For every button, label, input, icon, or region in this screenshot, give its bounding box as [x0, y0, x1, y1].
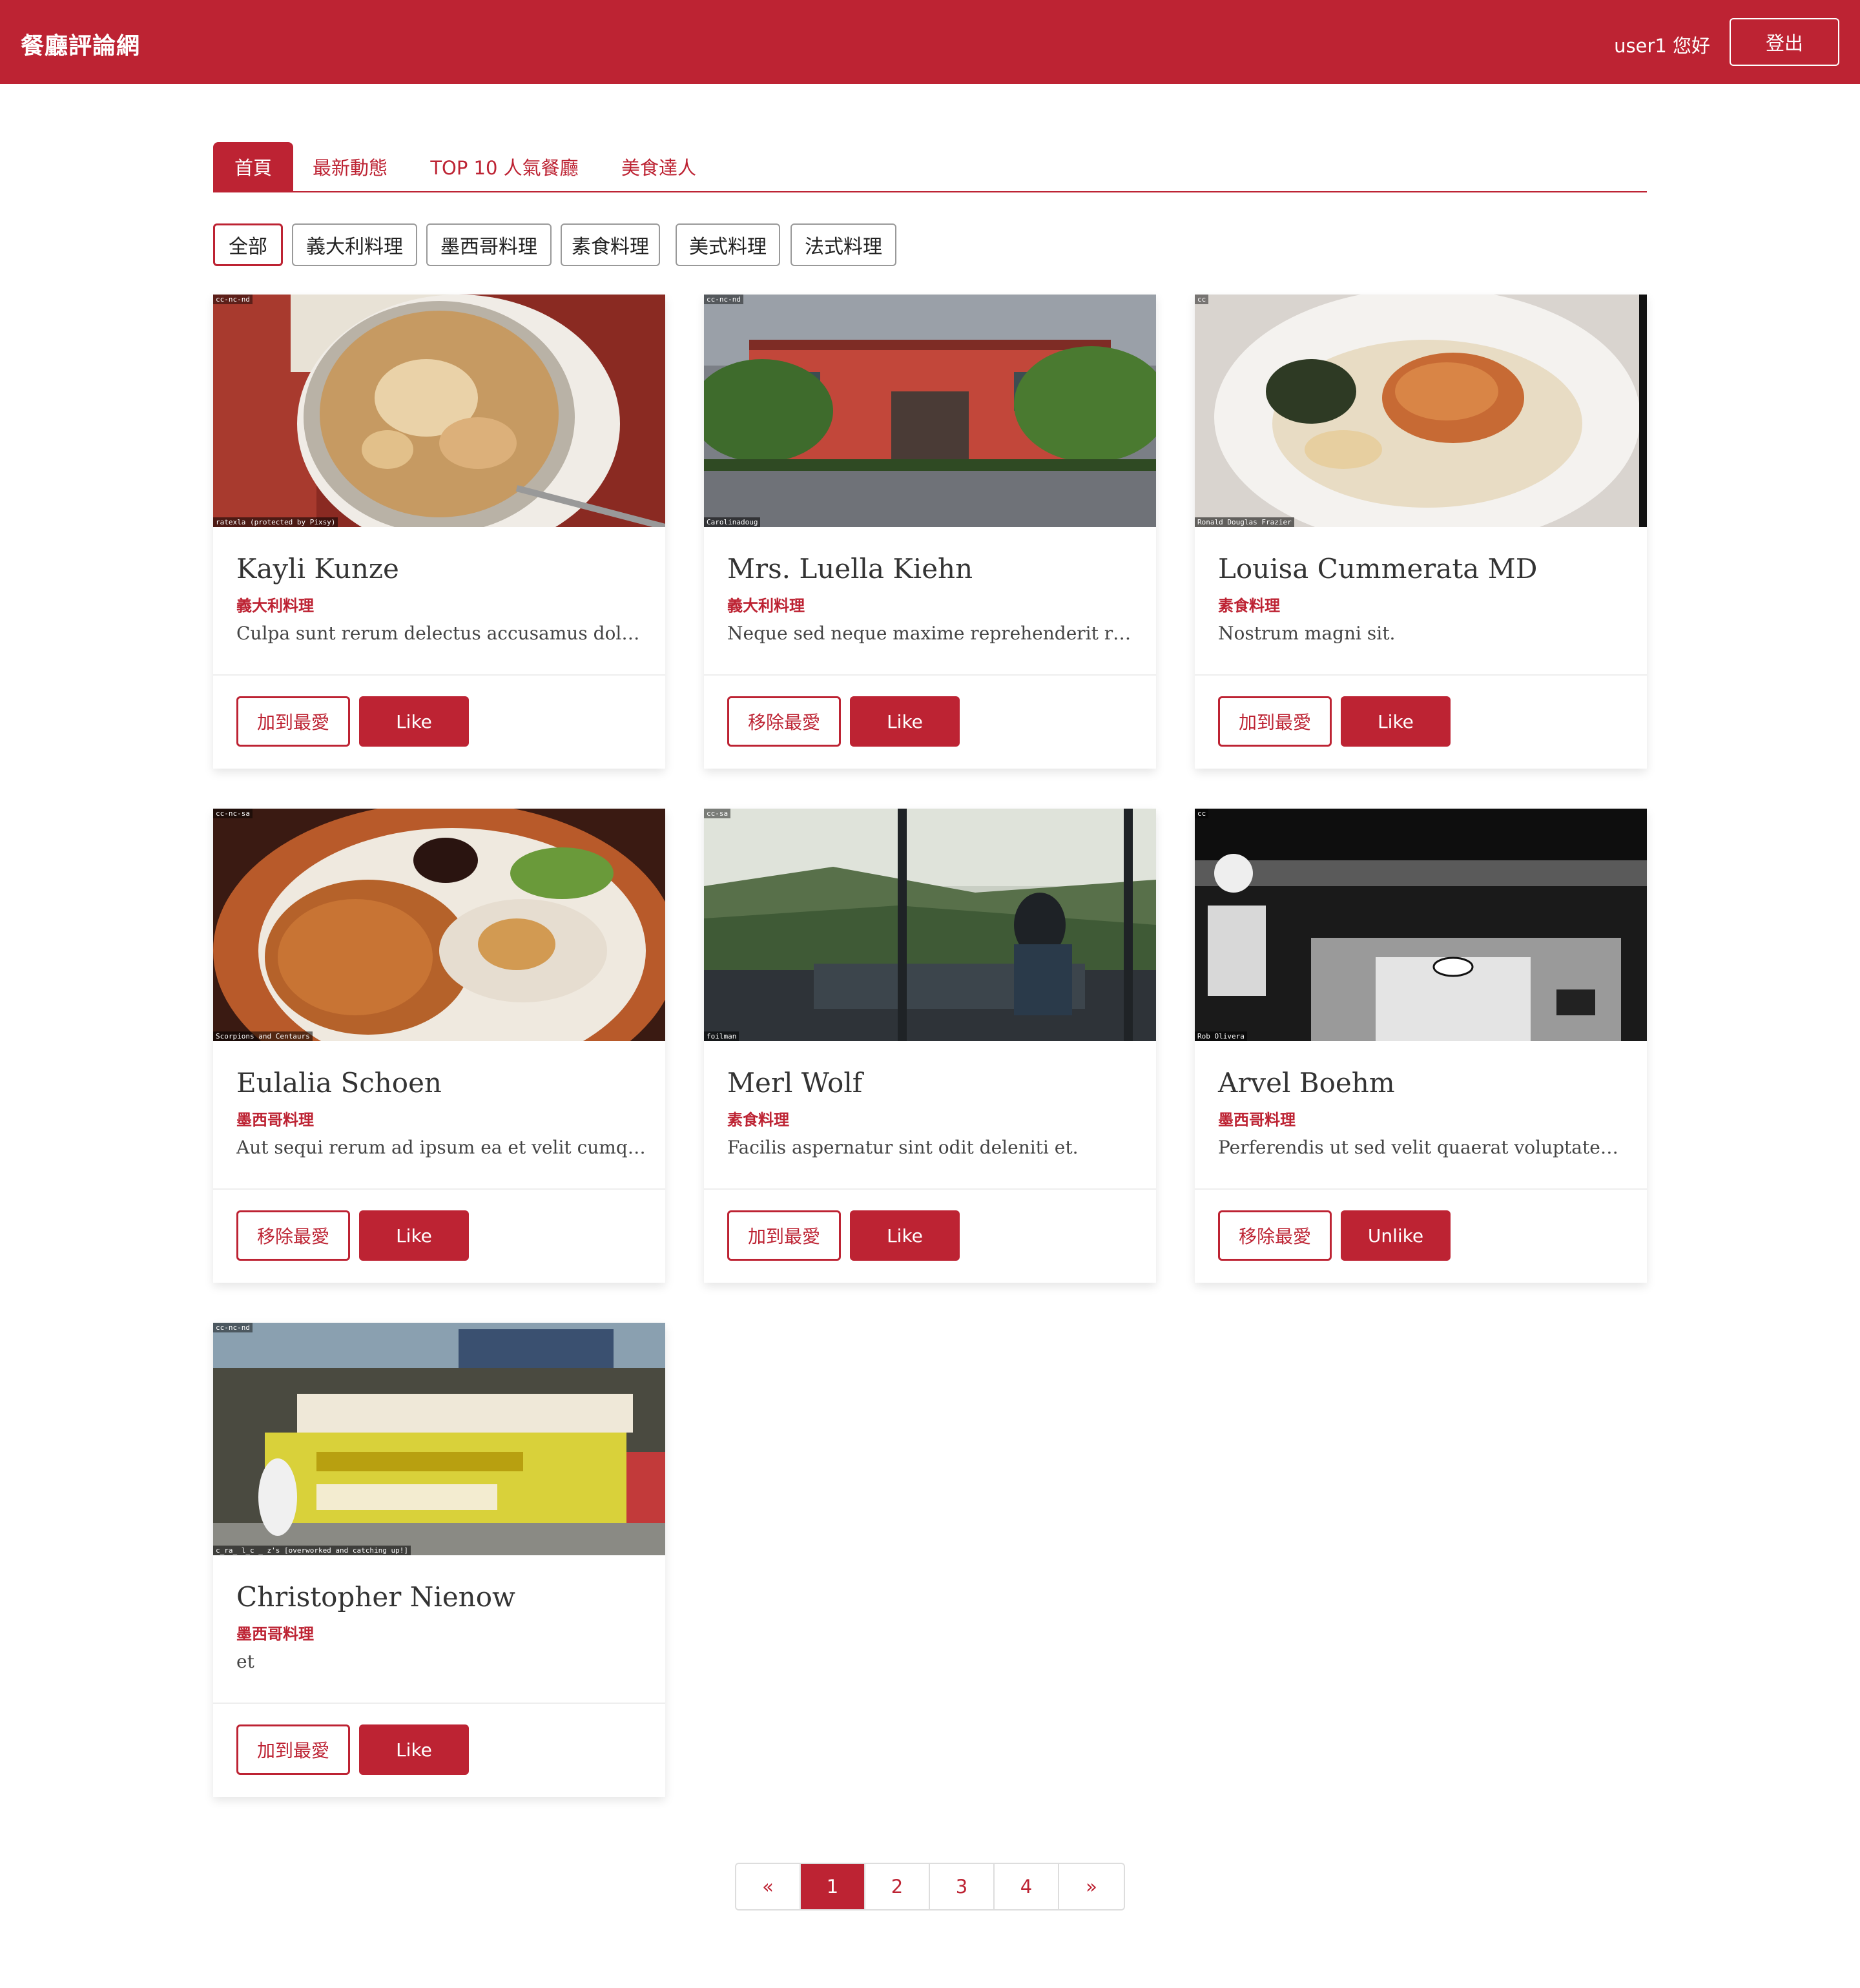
tab-food-experts[interactable]: 美食達人	[606, 142, 712, 191]
restaurant-card: cc-nc-nd c_ra_ l_c _ z's [overworked and…	[213, 1323, 665, 1797]
restaurant-card: cc-nc-nd Carolinadoug Mrs. Luella Kiehn …	[704, 295, 1156, 769]
restaurant-category: 墨西哥料理	[236, 1111, 314, 1129]
restaurant-name[interactable]: Merl Wolf	[727, 1067, 862, 1099]
filter-italian[interactable]: 義大利料理	[292, 223, 417, 266]
card-divider	[1195, 1188, 1647, 1190]
filter-french[interactable]: 法式料理	[790, 223, 896, 266]
image-credit-tag: Scorpions and Centaurs	[213, 1031, 313, 1041]
image-license-tag: cc-nc-nd	[213, 295, 253, 304]
image-license-tag: cc	[1195, 809, 1209, 818]
pagination-next[interactable]: »	[1059, 1864, 1124, 1909]
image-license-tag: cc-sa	[704, 809, 731, 818]
like-button[interactable]: Like	[850, 696, 960, 747]
card-divider	[704, 1188, 1156, 1190]
restaurant-name[interactable]: Christopher Nienow	[236, 1581, 515, 1613]
favorite-button[interactable]: 加到最愛	[727, 1210, 841, 1261]
pagination-page-2[interactable]: 2	[865, 1864, 930, 1909]
restaurant-category: 墨西哥料理	[1218, 1111, 1296, 1129]
filter-vegetarian[interactable]: 素食料理	[561, 223, 660, 266]
image-license-tag: cc-nc-nd	[704, 295, 743, 304]
image-credit-tag: Ronald Douglas Frazier	[1195, 517, 1294, 527]
restaurant-name[interactable]: Arvel Boehm	[1218, 1067, 1395, 1099]
main-nav-tabs: 首頁 最新動態 TOP 10 人氣餐廳 美食達人	[213, 142, 1647, 192]
like-button[interactable]: Unlike	[1341, 1210, 1451, 1261]
restaurant-category: 義大利料理	[727, 597, 805, 615]
restaurant-card: cc Ronald Douglas Frazier Louisa Cummera…	[1195, 295, 1647, 769]
restaurant-card: cc Rob Olivera Arvel Boehm 墨西哥料理 Perfere…	[1195, 809, 1647, 1283]
restaurant-category: 墨西哥料理	[236, 1625, 314, 1643]
restaurant-name[interactable]: Kayli Kunze	[236, 553, 399, 585]
image-license-tag: cc-nc-nd	[213, 1323, 253, 1332]
image-license-tag: cc	[1195, 295, 1209, 304]
plated-dish-photo[interactable]: cc Ronald Douglas Frazier	[1195, 295, 1647, 527]
top-navbar: 餐廳評論網 user1 您好 登出	[0, 0, 1860, 84]
restaurant-description: Aut sequi rerum ad ipsum ea et velit cum…	[236, 1137, 646, 1158]
favorite-button[interactable]: 移除最愛	[727, 696, 841, 747]
image-credit-tag: ratexla (protected by Pixsy)	[213, 517, 338, 527]
diner-window-photo[interactable]: cc-sa foilman	[704, 809, 1156, 1041]
like-button[interactable]: Like	[850, 1210, 960, 1261]
card-divider	[213, 1703, 665, 1704]
restaurant-card: cc-nc-sa Scorpions and Centaurs Eulalia …	[213, 809, 665, 1283]
restaurant-description: Culpa sunt rerum delectus accusamus dolo…	[236, 623, 650, 644]
restaurant-card: cc-sa foilman Merl Wolf 素食料理 Facilis asp…	[704, 809, 1156, 1283]
favorite-button[interactable]: 移除最愛	[236, 1210, 350, 1261]
image-license-tag: cc-nc-sa	[213, 809, 253, 818]
restaurant-description: et	[236, 1651, 254, 1672]
pagination-page-1[interactable]: 1	[801, 1864, 865, 1909]
like-button[interactable]: Like	[359, 1724, 469, 1775]
tab-home[interactable]: 首頁	[213, 142, 293, 191]
tab-top10-restaurants[interactable]: TOP 10 人氣餐廳	[417, 142, 592, 191]
storefront-photo[interactable]: cc Rob Olivera	[1195, 809, 1647, 1041]
image-credit-tag: Rob Olivera	[1195, 1031, 1247, 1041]
restaurant-name[interactable]: Mrs. Luella Kiehn	[727, 553, 973, 585]
restaurant-name[interactable]: Eulalia Schoen	[236, 1067, 442, 1099]
pagination-prev[interactable]: «	[736, 1864, 801, 1909]
favorite-button[interactable]: 移除最愛	[1218, 1210, 1332, 1261]
card-divider	[213, 674, 665, 676]
image-credit-tag: foilman	[704, 1031, 739, 1041]
card-divider	[213, 1188, 665, 1190]
logout-button[interactable]: 登出	[1730, 18, 1839, 66]
sushi-shop-photo[interactable]: cc-nc-nd c_ra_ l_c _ z's [overworked and…	[213, 1323, 665, 1555]
favorite-button[interactable]: 加到最愛	[236, 696, 350, 747]
restaurant-category: 素食料理	[727, 1111, 789, 1129]
pagination: « 1 2 3 4 »	[735, 1863, 1125, 1910]
coffee-photo[interactable]: cc-nc-nd ratexla (protected by Pixsy)	[213, 295, 665, 527]
image-credit-tag: c_ra_ l_c _ z's [overworked and catching…	[213, 1546, 411, 1555]
tab-latest-activity[interactable]: 最新動態	[297, 142, 403, 191]
restaurant-card: cc-nc-nd ratexla (protected by Pixsy) Ka…	[213, 295, 665, 769]
restaurant-name[interactable]: Louisa Cummerata MD	[1218, 553, 1537, 585]
user-greeting: user1 您好	[1614, 35, 1710, 57]
restaurant-description: Facilis aspernatur sint odit deleniti et…	[727, 1137, 1079, 1158]
image-credit-tag: Carolinadoug	[704, 517, 761, 527]
restaurant-description: Perferendis ut sed velit quaerat volupta…	[1218, 1137, 1618, 1158]
restaurant-description: Nostrum magni sit.	[1218, 623, 1396, 644]
favorite-button[interactable]: 加到最愛	[1218, 696, 1332, 747]
like-button[interactable]: Like	[1341, 696, 1451, 747]
restaurant-category: 素食料理	[1218, 597, 1280, 615]
brand-title[interactable]: 餐廳評論網	[21, 27, 140, 61]
filter-mexican[interactable]: 墨西哥料理	[426, 223, 552, 266]
filter-american[interactable]: 美式料理	[676, 223, 780, 266]
like-button[interactable]: Like	[359, 1210, 469, 1261]
pagination-page-3[interactable]: 3	[930, 1864, 995, 1909]
building-photo[interactable]: cc-nc-nd Carolinadoug	[704, 295, 1156, 527]
like-button[interactable]: Like	[359, 696, 469, 747]
favorite-button[interactable]: 加到最愛	[236, 1724, 350, 1775]
card-divider	[1195, 674, 1647, 676]
restaurant-description: Neque sed neque maxime reprehenderit re…	[727, 623, 1141, 644]
filter-all[interactable]: 全部	[213, 223, 283, 266]
burrito-photo[interactable]: cc-nc-sa Scorpions and Centaurs	[213, 809, 665, 1041]
pagination-page-4[interactable]: 4	[995, 1864, 1059, 1909]
card-divider	[704, 674, 1156, 676]
restaurant-category: 義大利料理	[236, 597, 314, 615]
